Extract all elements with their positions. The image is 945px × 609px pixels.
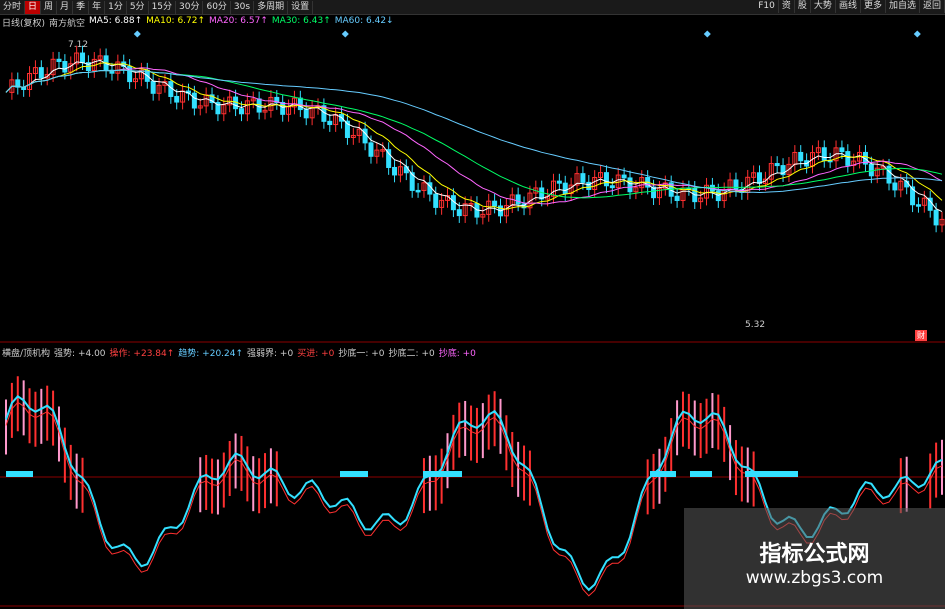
candle-body [674, 195, 680, 201]
candle-body [539, 187, 545, 200]
candle-body [586, 181, 592, 191]
candle-body [327, 120, 333, 126]
finance-chip[interactable]: 财 [915, 330, 927, 341]
indicator-info-line: 横盘/顶机构 强势: +4.00 操作: +23.84↑ 趋势: +20.24↑ 强弱界… [2, 346, 476, 359]
candle-body [556, 180, 562, 184]
indicator-value-0: 横盘/顶机构 [2, 349, 51, 359]
indicator-value-4: 强弱界: +0 [247, 349, 294, 359]
indicator-value-3: 趋势: +20.24↑ [178, 349, 244, 359]
level-band-5 [745, 471, 798, 477]
ma10-line [5, 62, 943, 210]
candle-body [892, 182, 898, 191]
candle-body [368, 142, 374, 157]
indicator-value-1: 强势: +4.00 [54, 349, 106, 359]
ma30-line [5, 69, 943, 199]
candle-body [627, 177, 633, 193]
event-diamond-2 [703, 30, 711, 38]
event-diamond-0 [133, 30, 141, 38]
candle-body [433, 193, 439, 208]
candle-body [562, 182, 568, 195]
indicator-value-7: 抄底二: +0 [388, 349, 435, 359]
candle-body [386, 149, 392, 168]
watermark-title: 指标公式网 [759, 542, 870, 567]
candle-body [609, 185, 615, 189]
candle-body [798, 151, 804, 162]
candle-body [392, 166, 398, 176]
candle-body [150, 80, 156, 94]
candle-body [238, 108, 244, 115]
candle-body [56, 58, 62, 62]
candle-body [821, 147, 827, 161]
candle-body [757, 172, 763, 184]
level-band-0 [6, 471, 33, 477]
level-band-3 [650, 471, 676, 477]
candle-body [174, 95, 180, 103]
candle-body [38, 67, 44, 79]
candle-body [580, 173, 586, 183]
indicator-value-5: 买进: +0 [297, 349, 335, 359]
candle-body [933, 209, 939, 226]
level-band-2 [423, 471, 462, 477]
candle-body [515, 194, 521, 205]
candle-body [191, 92, 197, 109]
candle-body [80, 52, 86, 64]
watermark-url: www.zbgs3.com [745, 568, 884, 588]
candle-body [733, 179, 739, 190]
indicator-value-8: 抄底: +0 [438, 349, 476, 359]
candle-body [297, 97, 303, 111]
candle-body [915, 204, 921, 207]
indicator-value-6: 抄底一: +0 [338, 349, 385, 359]
price-low-label: 5.32 [745, 320, 766, 330]
candle-body [839, 147, 845, 153]
candle-body [415, 189, 421, 193]
candle-body [868, 163, 874, 177]
watermark: 指标公式网 www.zbgs3.com [684, 508, 945, 609]
candle-body [774, 163, 780, 167]
candle-body [303, 109, 309, 119]
candle-body [603, 172, 609, 187]
event-diamond-1 [341, 30, 349, 38]
level-band-1 [340, 471, 368, 477]
candle-body [492, 200, 498, 207]
candle-body [845, 151, 851, 166]
candle-body [280, 101, 286, 115]
level-band-4 [690, 471, 712, 477]
candle-body [456, 209, 462, 217]
candle-body [621, 174, 627, 179]
ma60-line [5, 69, 943, 194]
event-diamond-3 [913, 30, 921, 38]
candle-body [62, 60, 68, 73]
price-high-label: 7.12 [68, 40, 89, 50]
indicator-value-2: 操作: +23.84↑ [109, 349, 175, 359]
